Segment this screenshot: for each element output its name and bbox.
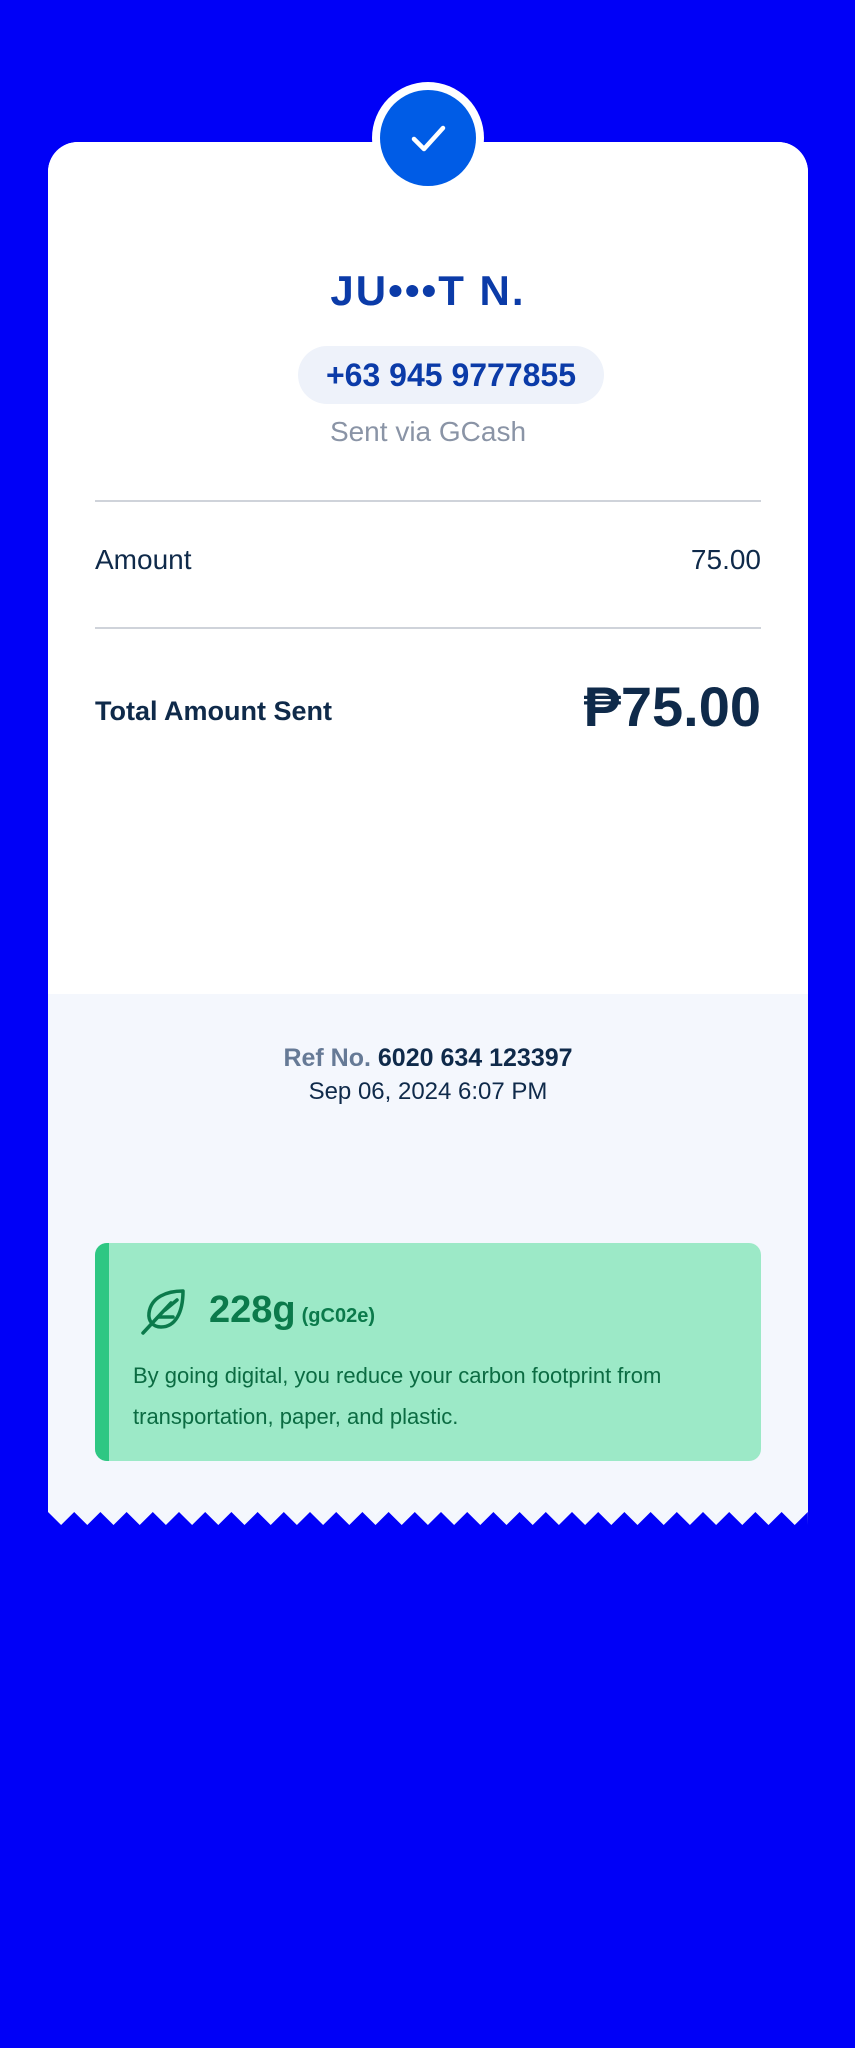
leaf-icon — [141, 1289, 185, 1335]
recipient-phone: +63 945 9777855 — [298, 346, 604, 404]
carbon-card-accent — [95, 1243, 109, 1461]
transaction-datetime: Sep 06, 2024 6:07 PM — [308, 1078, 548, 1105]
recipient-name: JU•••T N. — [330, 267, 526, 314]
check-icon — [411, 125, 446, 152]
receipt-card: JU•••T N. +63 945 9777855 Sent via GCash… — [48, 142, 808, 1534]
sent-via-label: Sent via GCash — [329, 416, 527, 447]
torn-edge-shape — [48, 1512, 808, 1534]
divider-middle — [95, 627, 761, 629]
carbon-amount: 228g — [209, 1289, 296, 1331]
amount-label: Amount — [95, 544, 192, 575]
success-badge — [372, 82, 484, 194]
carbon-message: By going digital, you reduce your carbon… — [133, 1363, 662, 1429]
amount-value: 75.00 — [690, 544, 761, 575]
divider-top — [95, 500, 761, 502]
carbon-footprint-card: 228g (gC02e) By going digital, you reduce… — [95, 1243, 761, 1461]
carbon-value: 228g (gC02e) — [209, 1289, 375, 1332]
receipt-torn-edge — [48, 1512, 808, 1534]
success-badge-inner — [380, 90, 476, 186]
reference-number-line: Ref No. 6020 634 123397 — [48, 1044, 808, 1073]
total-amount-value: ₱75.00 — [583, 675, 762, 738]
carbon-unit: (gC02e) — [301, 1305, 375, 1327]
reference-number: 6020 634 123397 — [377, 1044, 573, 1072]
total-amount-label: Total Amount Sent — [95, 696, 332, 726]
reference-label: Ref No. — [283, 1044, 371, 1072]
